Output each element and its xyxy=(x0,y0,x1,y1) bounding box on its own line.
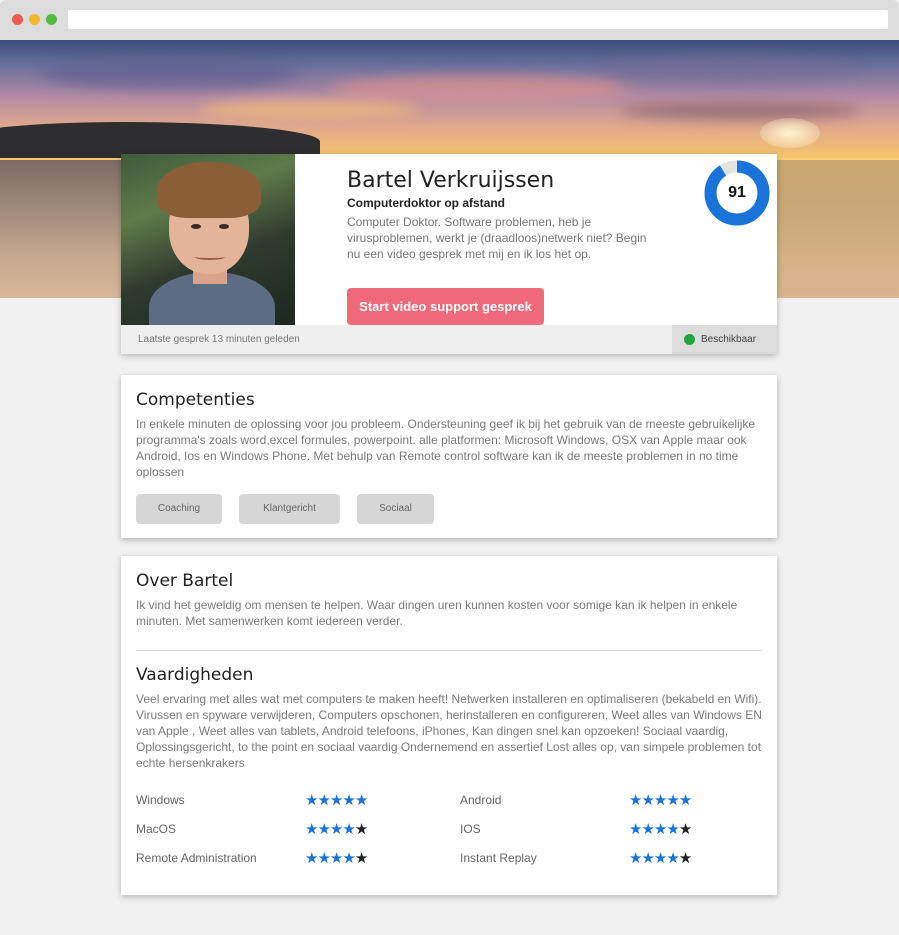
star-filled-icon: ★ xyxy=(653,792,667,809)
star-filled-icon: ★ xyxy=(305,850,318,867)
star-filled-icon: ★ xyxy=(629,821,642,838)
star-filled-icon: ★ xyxy=(666,850,679,867)
tag-sociaal[interactable]: Sociaal xyxy=(357,494,434,524)
star-filled-icon: ★ xyxy=(305,821,318,838)
skill-name: Android xyxy=(460,793,502,807)
star-filled-icon: ★ xyxy=(329,821,343,838)
star-filled-icon: ★ xyxy=(641,821,654,838)
star-filled-icon: ★ xyxy=(329,850,343,867)
browser-chrome xyxy=(0,0,899,40)
score-value: 91 xyxy=(728,184,746,201)
close-window-dot[interactable] xyxy=(12,14,23,25)
start-video-call-button[interactable]: Start video support gesprek xyxy=(347,288,544,325)
star-empty-icon: ★ xyxy=(354,850,368,867)
profile-name: Bartel Verkruijssen xyxy=(347,168,555,193)
star-filled-icon: ★ xyxy=(342,850,355,867)
star-filled-icon: ★ xyxy=(641,850,654,867)
star-empty-icon: ★ xyxy=(354,821,368,838)
tag-coaching[interactable]: Coaching xyxy=(136,494,222,524)
star-filled-icon: ★ xyxy=(317,821,330,838)
skill-rating-stars: ★★★★★ xyxy=(629,849,692,867)
star-filled-icon: ★ xyxy=(678,792,692,809)
about-title: Over Bartel xyxy=(136,571,234,591)
star-filled-icon: ★ xyxy=(653,850,667,867)
profile-card: Bartel Verkruijssen Computerdoktor op af… xyxy=(121,154,777,354)
skill-rating-stars: ★★★★★ xyxy=(629,791,692,809)
skill-rating-stars: ★★★★★ xyxy=(305,849,368,867)
competenties-card: Competenties In enkele minuten de oploss… xyxy=(121,375,777,538)
star-filled-icon: ★ xyxy=(666,792,679,809)
skill-rating-stars: ★★★★★ xyxy=(629,820,692,838)
profile-photo xyxy=(121,154,295,325)
star-filled-icon: ★ xyxy=(329,792,343,809)
star-filled-icon: ★ xyxy=(629,792,642,809)
star-empty-icon: ★ xyxy=(678,850,692,867)
star-filled-icon: ★ xyxy=(666,821,679,838)
headland xyxy=(0,122,320,158)
skill-name: Remote Administration xyxy=(136,851,257,865)
section-divider xyxy=(136,650,762,651)
vaardigheden-title: Vaardigheden xyxy=(136,665,254,685)
star-filled-icon: ★ xyxy=(354,792,368,809)
competenties-body: In enkele minuten de oplossing voor jou … xyxy=(136,417,756,479)
star-filled-icon: ★ xyxy=(317,850,330,867)
maximize-window-dot[interactable] xyxy=(46,14,57,25)
star-filled-icon: ★ xyxy=(641,792,654,809)
skill-rating-stars: ★★★★★ xyxy=(305,791,368,809)
tag-klantgericht[interactable]: Klantgericht xyxy=(239,494,340,524)
profile-tagline: Computerdoktor op afstand xyxy=(347,196,505,210)
star-filled-icon: ★ xyxy=(629,850,642,867)
last-call-text: Laatste gesprek 13 minuten geleden xyxy=(138,334,300,345)
skill-name: Instant Replay xyxy=(460,851,537,865)
skill-name: Windows xyxy=(136,793,185,807)
star-filled-icon: ★ xyxy=(305,792,318,809)
star-filled-icon: ★ xyxy=(317,792,330,809)
address-bar[interactable] xyxy=(68,10,888,29)
star-empty-icon: ★ xyxy=(678,821,692,838)
profile-footer: Laatste gesprek 13 minuten geleden Besch… xyxy=(121,325,777,354)
star-filled-icon: ★ xyxy=(653,821,667,838)
vaardigheden-body: Veel ervaring met alles wat met computer… xyxy=(136,692,762,770)
skill-rating-stars: ★★★★★ xyxy=(305,820,368,838)
availability-badge: Beschikbaar xyxy=(672,325,777,354)
minimize-window-dot[interactable] xyxy=(29,14,40,25)
star-filled-icon: ★ xyxy=(342,792,355,809)
profile-intro: Computer Doktor. Software problemen, heb… xyxy=(347,215,647,261)
about-card: Over Bartel Ik vind het geweldig om mens… xyxy=(121,556,777,895)
skill-name: IOS xyxy=(460,822,481,836)
availability-dot-icon xyxy=(684,334,695,345)
star-filled-icon: ★ xyxy=(342,821,355,838)
sun xyxy=(760,118,820,148)
availability-label: Beschikbaar xyxy=(701,334,757,345)
competenties-title: Competenties xyxy=(136,390,255,410)
about-body: Ik vind het geweldig om mensen te helpen… xyxy=(136,598,738,628)
skill-name: MacOS xyxy=(136,822,177,836)
